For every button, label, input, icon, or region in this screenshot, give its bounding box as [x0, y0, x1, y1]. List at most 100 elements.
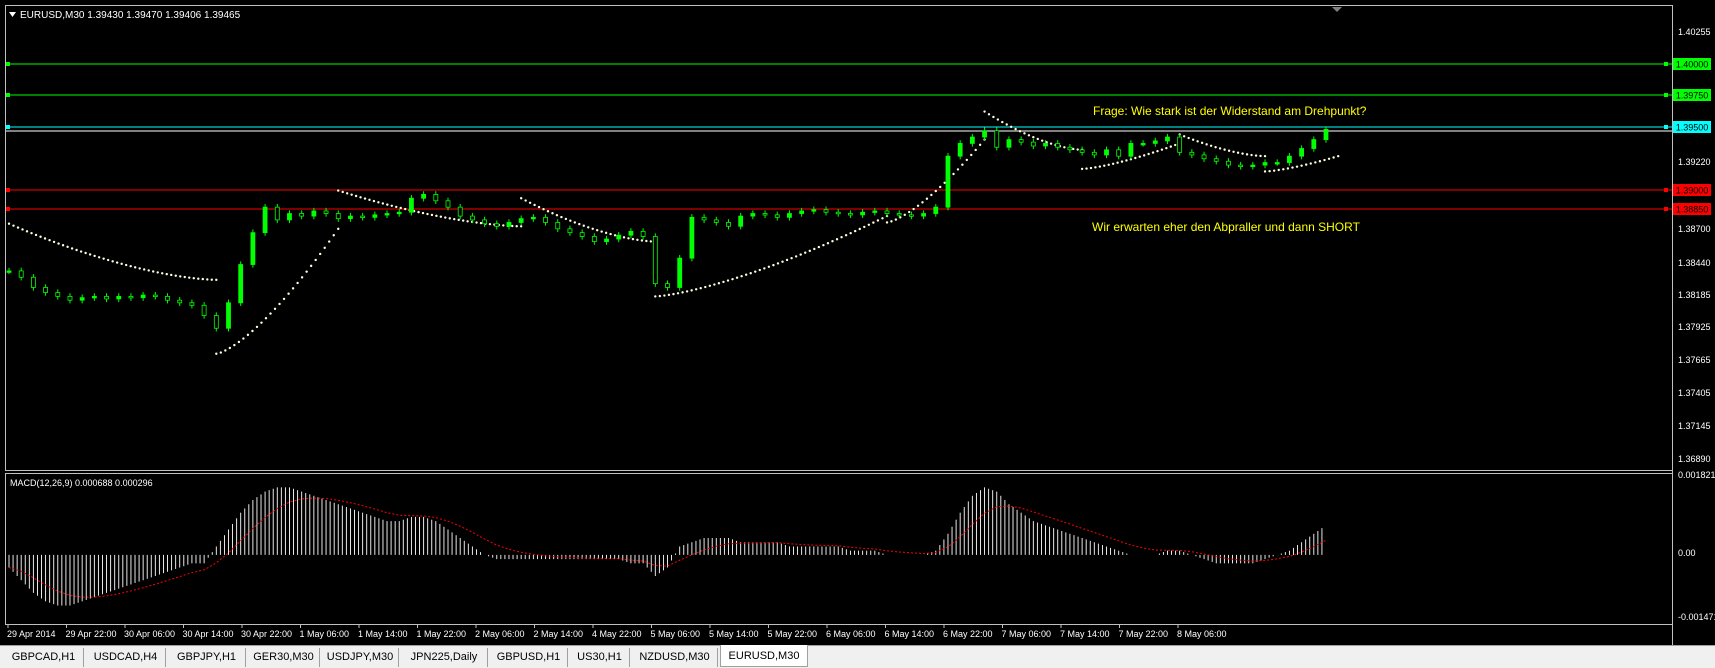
psar-dot [872, 221, 875, 224]
psar-dot [952, 172, 955, 176]
psar-dot [863, 225, 866, 229]
psar-dot [399, 206, 402, 210]
psar-dot [560, 215, 563, 219]
candle-body [1213, 158, 1219, 162]
psar-dot [435, 214, 438, 218]
chart-area[interactable]: EURUSD,M30 1.39430 1.39470 1.39406 1.394… [0, 0, 1715, 645]
candle-body [1104, 149, 1109, 156]
price-tick-label: 1.38700 [1678, 224, 1711, 234]
psar-dot [1018, 130, 1022, 133]
level-handle [1664, 62, 1668, 66]
candle-body [30, 276, 36, 288]
psar-dot [713, 283, 716, 286]
candle-body [860, 211, 866, 216]
tab-jpn225-daily[interactable]: JPN225,Daily [401, 648, 488, 667]
candle-body [128, 295, 134, 299]
psar-dot [1049, 142, 1053, 145]
psar-dot [672, 292, 675, 296]
psar-dot [421, 211, 425, 215]
psar-dot [1138, 155, 1141, 158]
candle-body [226, 302, 231, 329]
psar-dot [831, 240, 834, 243]
psar-dot [84, 251, 87, 255]
psar-dot [233, 343, 236, 347]
time-tick-label: 7 May 14:00 [1060, 629, 1110, 639]
level-handle [6, 62, 10, 66]
time-tick-label: 4 May 22:00 [592, 629, 642, 639]
tab-ger30-m30[interactable]: GER30,M30 [248, 648, 320, 667]
psar-dot [1295, 165, 1299, 168]
psar-dot [956, 168, 960, 171]
tab-usdcad-h4[interactable]: USDCAD,H4 [86, 648, 166, 667]
candle-body [933, 206, 939, 214]
psar-dot [1250, 153, 1253, 157]
psar-dot [731, 277, 734, 281]
candle-body [274, 206, 280, 221]
psar-dot [808, 249, 811, 253]
time-tick-label: 29 Apr 22:00 [66, 629, 117, 639]
psar-dot [1209, 144, 1213, 147]
psar-dot [849, 231, 852, 235]
candle-body [1274, 162, 1280, 165]
psar-dot [88, 253, 92, 256]
psar-dot [133, 266, 137, 269]
candle-body [848, 213, 853, 216]
psar-dot [246, 333, 250, 337]
psar-dot [179, 275, 182, 278]
psar-dot [894, 218, 898, 221]
psar-dot [1009, 125, 1013, 129]
tab-gbpcad-h1[interactable]: GBPCAD,H1 [4, 648, 84, 667]
candle-body [55, 292, 61, 297]
psar-dot [961, 163, 964, 166]
candle-body [201, 304, 207, 316]
psar-dot [555, 213, 559, 217]
psar-dot [264, 317, 268, 320]
candle-body [1018, 139, 1024, 143]
psar-dot [305, 270, 308, 273]
psar-dot [1191, 138, 1195, 141]
price-tick-label: 1.36890 [1678, 454, 1711, 464]
levels [6, 62, 1672, 211]
psar-dot [242, 337, 245, 340]
price-tick-label: 1.38440 [1678, 258, 1711, 268]
psar-dot [1142, 154, 1146, 157]
candle-body [616, 234, 622, 240]
tab-eurusd-m30[interactable]: EURUSD,M30 [720, 645, 808, 667]
psar-dot [694, 288, 698, 291]
candle-body [1116, 149, 1122, 157]
macd-title: MACD(12,26,9) 0.000688 0.000296 [10, 478, 153, 488]
psar-dot [30, 231, 33, 235]
psar-dot [368, 198, 371, 202]
psar-dot [156, 271, 159, 274]
tab-gbpusd-h1[interactable]: GBPUSD,H1 [490, 648, 568, 667]
chevron-down-icon[interactable] [9, 12, 16, 17]
psar-dot [1014, 127, 1017, 131]
psar-dot [826, 241, 830, 245]
price-tick-label: 1.37405 [1678, 388, 1711, 398]
candle-body [982, 130, 987, 138]
candle-body [579, 232, 585, 237]
psar-dot [1205, 143, 1208, 146]
psar-dot [328, 240, 331, 243]
psar-dot [1165, 146, 1168, 150]
candle-body [1311, 139, 1317, 149]
psar-dot [907, 210, 911, 214]
psar-dot [654, 295, 657, 298]
psar-dot [479, 221, 483, 225]
psar-dot [1227, 149, 1231, 152]
tab-usdjpy-m30[interactable]: USDJPY,M30 [322, 648, 399, 667]
tab-gbpjpy-h1[interactable]: GBPJPY,H1 [168, 648, 246, 667]
psar-dot [1103, 164, 1106, 167]
price-tick-label: 1.37925 [1678, 322, 1711, 332]
level-labels: 1.40000 1.39750 1.39500 1.39000 1.38850 [1673, 58, 1711, 215]
annotation-expectation: Wir erwarten eher den Abpraller und dann… [1092, 220, 1361, 234]
tab-us30-h1[interactable]: US30,H1 [570, 648, 630, 667]
psar-dot [124, 263, 128, 267]
tab-nzdusd-m30[interactable]: NZDUSD,M30 [632, 648, 718, 667]
candle-body [1079, 149, 1085, 153]
psar-dot [763, 267, 766, 270]
psar-dot [735, 276, 739, 279]
candle-body [908, 214, 914, 217]
candle-body [140, 294, 146, 299]
candle-body [945, 155, 951, 208]
